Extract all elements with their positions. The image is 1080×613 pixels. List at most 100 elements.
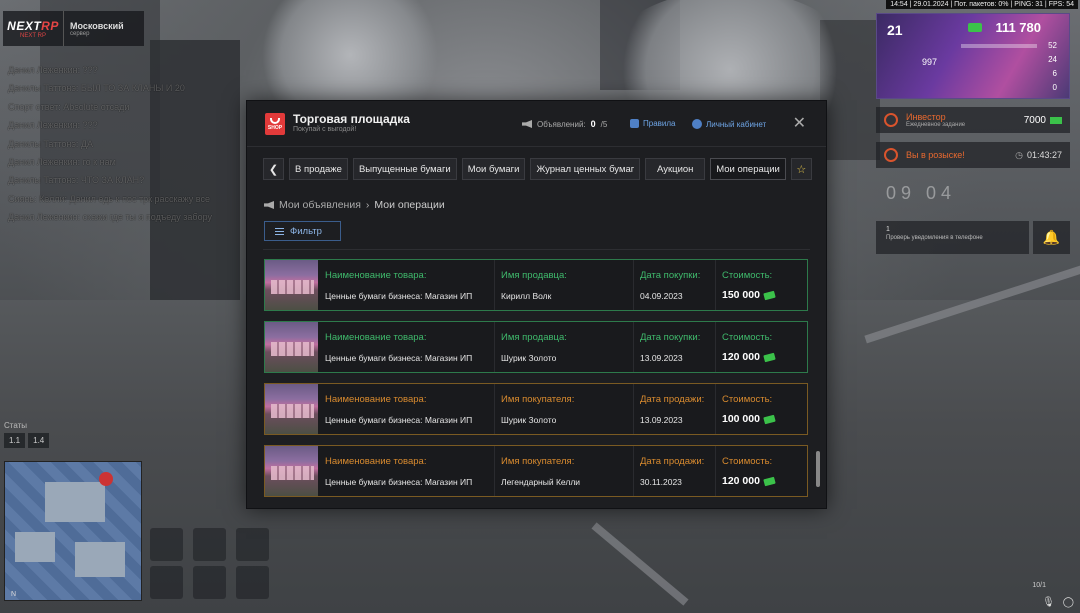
slot[interactable] (236, 528, 269, 561)
tab-securities-log[interactable]: Журнал ценных бумаг (530, 158, 641, 180)
close-icon[interactable]: ✕ (793, 113, 806, 133)
map-zoom-button[interactable]: 1.1 (4, 433, 26, 448)
inventory-slots (150, 528, 269, 561)
item-name: Ценные бумаги бизнеса: Магазин ИП (325, 291, 473, 301)
logo-subtext: NEXT RP (20, 32, 46, 39)
logo-text-accent: RP (41, 18, 59, 33)
price-label: Стоимость: (722, 270, 773, 281)
chat-line: Данилы Таттонэ: ЧТО ЗА КЛАН? (8, 175, 145, 186)
price-label: Стоимость: (722, 456, 773, 467)
list-item[interactable]: Наименование товара: Ценные бумаги бизнес… (264, 259, 808, 311)
item-name: Ценные бумаги бизнеса: Магазин ИП (325, 415, 473, 425)
notification-count: 1 (886, 226, 890, 233)
list-item[interactable]: Наименование товара: Ценные бумаги бизнес… (264, 445, 808, 497)
task-reward: 7000 (1023, 114, 1046, 126)
chat-line: Спорт ответ: Absolute отсади (8, 101, 130, 112)
vk-icon (630, 119, 639, 128)
chat-line: Данил Леженкин: ??? (8, 65, 98, 75)
filter-button[interactable]: Фильтр (264, 221, 341, 241)
server-badge: NEXTRP NEXT RP Московский сервер (3, 11, 144, 46)
ads-label: Объявлений: (537, 119, 586, 129)
date-label: Дата покупки: (640, 270, 701, 281)
party-name: Кирилл Волк (501, 291, 552, 301)
tab-auction[interactable]: Аукцион (645, 158, 706, 180)
price-value: 120 000 (722, 475, 760, 487)
tab-my-papers[interactable]: Мои бумаги (461, 158, 526, 180)
user-icon (692, 119, 702, 129)
cabinet-label: Личный кабинет (706, 119, 767, 129)
wanted-text: Вы в розыске! (906, 150, 965, 160)
back-button[interactable]: ❮ (263, 158, 284, 180)
slot[interactable] (150, 528, 183, 561)
ads-max: /5 (600, 119, 608, 129)
list-item[interactable]: Наименование товара: Ценные бумаги бизнес… (264, 383, 808, 435)
ads-counter: Объявлений: 0 /5 (522, 119, 607, 129)
slot[interactable] (236, 566, 269, 599)
map-marker-icon (99, 472, 113, 486)
settings-icon[interactable]: ◯ (1063, 597, 1074, 608)
investor-task: Инвестор Ежедневное задание 7000 (876, 107, 1070, 133)
divider (263, 249, 810, 250)
player-hp: 997 (922, 57, 938, 67)
chat-line: Сиянь: Келли: Данил едь к пос трк расска… (8, 193, 210, 204)
panel-title: Торговая площадка (293, 112, 410, 126)
breadcrumb-current: Мои операции (374, 199, 445, 211)
chat-line: Данил Леженкин: скажи где ты я подъеду з… (8, 212, 212, 223)
slot[interactable] (150, 566, 183, 599)
chat-log: Данил Леженкин: ??? Данилы Таттонэ: БЫЛ … (8, 61, 212, 227)
scrollbar[interactable] (816, 451, 820, 487)
notification-text: Проверь уведомления в телефоне (886, 235, 983, 241)
map-stats-label: Статы (4, 421, 28, 430)
party-label: Имя покупателя: (501, 394, 575, 405)
server-sub: сервер (70, 30, 90, 37)
item-name-label: Наименование товара: (325, 270, 427, 281)
player-hud: 21 111 780 52 997 24 6 0 (876, 13, 1070, 99)
tab-my-operations[interactable]: Мои операции (710, 158, 786, 180)
server-logo: NEXTRP NEXT RP (3, 11, 63, 46)
minimap[interactable]: N (4, 461, 142, 601)
item-name-label: Наименование товара: (325, 456, 427, 467)
ammo-counter: 10/1 (1032, 582, 1046, 589)
microphone-icon[interactable]: 🎙 (1042, 597, 1055, 608)
business-thumbnail (265, 260, 318, 310)
party-label: Имя продавца: (501, 332, 567, 343)
star-icon[interactable]: ☆ (790, 158, 812, 180)
player-level: 21 (887, 22, 903, 38)
list-item[interactable]: Наименование товара: Ценные бумаги бизнес… (264, 321, 808, 373)
phone-notification[interactable]: 1 Проверь уведомления в телефоне (876, 221, 1029, 254)
tab-issued-papers[interactable]: Выпущенные бумаги (352, 158, 457, 180)
breadcrumb-root[interactable]: Мои объявления (279, 199, 361, 211)
item-name: Ценные бумаги бизнеса: Магазин ИП (325, 353, 473, 363)
player-money: 111 780 (995, 20, 1041, 35)
panel-subtitle: Покупай с выгодой! (293, 126, 357, 133)
rules-link[interactable]: Правила (630, 119, 675, 128)
map-zoom-button[interactable]: 1.4 (28, 433, 50, 448)
logo-text: NEXT (7, 18, 42, 33)
shop-logo-text: SHOP (267, 125, 283, 131)
slot[interactable] (193, 528, 226, 561)
tab-on-sale[interactable]: В продаже (289, 158, 348, 180)
map-north: N (11, 591, 17, 598)
filter-icon (275, 227, 284, 235)
item-name-label: Наименование товара: (325, 394, 427, 405)
megaphone-icon (522, 120, 532, 128)
slot[interactable] (193, 566, 226, 599)
bell-icon[interactable]: 🔔 (1033, 221, 1070, 254)
cabinet-link[interactable]: Личный кабинет (692, 119, 766, 129)
item-name-label: Наименование товара: (325, 332, 427, 343)
map-block (75, 542, 125, 577)
panel-header: SHOP Торговая площадка Покупай с выгодой… (247, 101, 826, 147)
voice-controls: 🎙 ◯ (1042, 597, 1074, 608)
game-clock: 09 04 (886, 183, 957, 203)
item-name: Ценные бумаги бизнеса: Магазин ИП (325, 477, 473, 487)
cash-icon (1050, 116, 1062, 124)
rules-label: Правила (643, 119, 676, 128)
cash-icon (763, 476, 776, 486)
filter-label: Фильтр (290, 225, 322, 237)
timer-icon: ◷ (1015, 149, 1023, 160)
chat-line: Данил Леженкин: го к нам (8, 157, 116, 168)
cash-icon (763, 414, 776, 424)
chevron-right-icon: › (365, 199, 370, 211)
megaphone-icon (264, 201, 274, 209)
task-subtitle: Ежедневное задание (906, 122, 966, 128)
